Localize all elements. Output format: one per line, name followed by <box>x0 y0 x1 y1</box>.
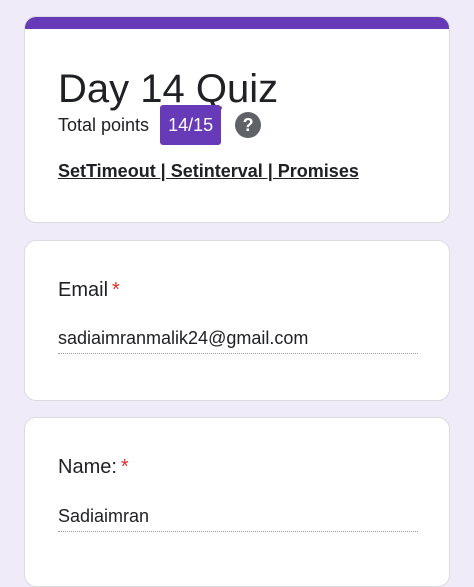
total-points-row: Total points 14/15 ? <box>58 105 262 145</box>
help-circle-icon[interactable]: ? <box>235 112 262 138</box>
question-title: Name: <box>58 456 117 478</box>
question-card-email: Email * sadiaimranmalik24@gmail.com <box>24 240 450 401</box>
score-badge: 14/15 <box>160 105 222 145</box>
accent-bar <box>25 17 449 29</box>
quiz-header-card: Day 14 Quiz Total points 14/15 ? SetTime… <box>24 16 450 223</box>
email-answer: sadiaimranmalik24@gmail.com <box>58 326 418 354</box>
name-answer: Sadiaimran <box>58 504 418 532</box>
required-marker: * <box>112 279 120 301</box>
question-card-name: Name: * Sadiaimran <box>24 417 450 587</box>
question-label: Name: * <box>58 455 129 479</box>
required-marker: * <box>120 456 129 478</box>
total-points-label: Total points <box>58 114 150 135</box>
quiz-description: SetTimeout | Setinterval | Promises <box>58 161 359 181</box>
question-title: Email <box>58 279 109 301</box>
question-label: Email * <box>58 278 120 302</box>
